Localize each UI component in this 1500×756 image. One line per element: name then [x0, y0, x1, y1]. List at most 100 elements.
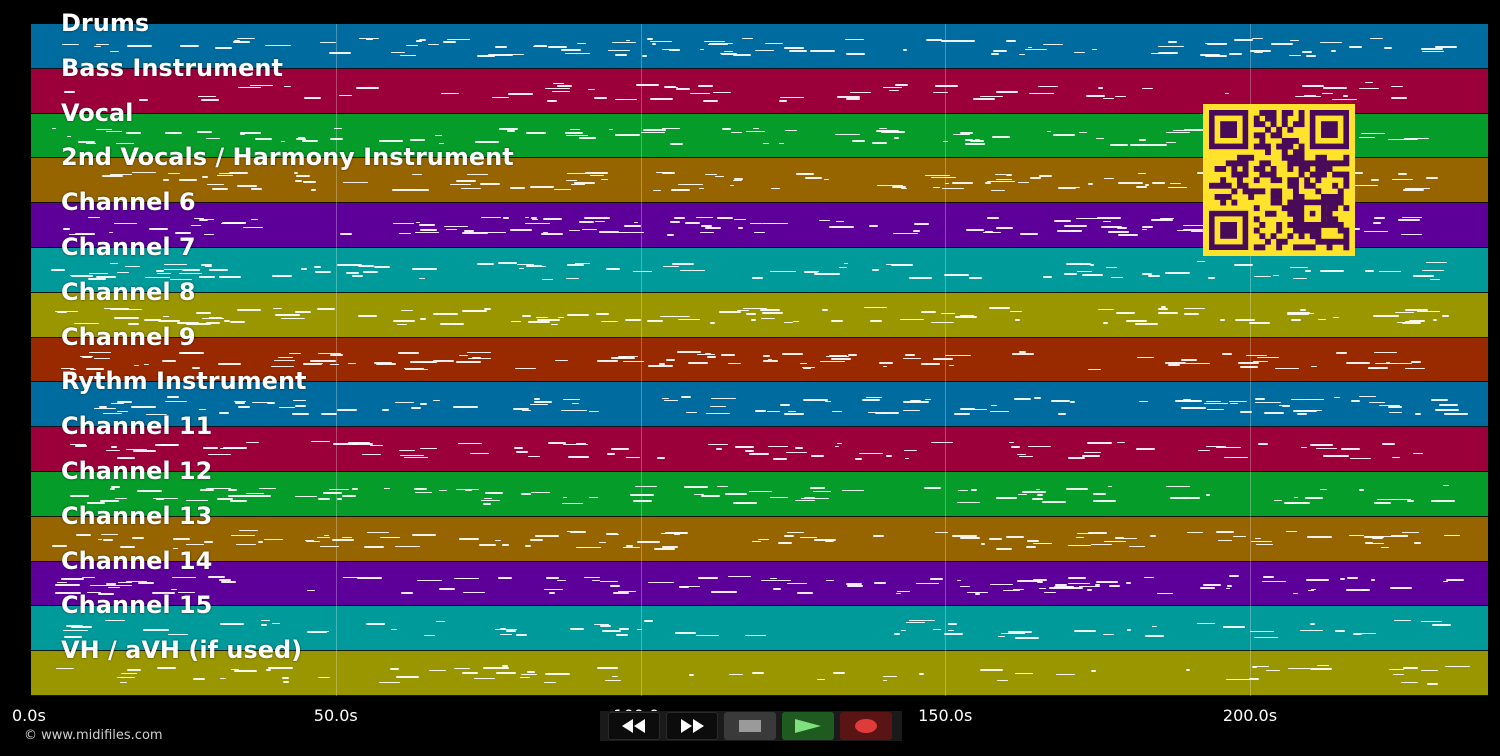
note — [544, 681, 557, 683]
note — [1103, 541, 1126, 542]
note — [695, 216, 713, 218]
note — [1182, 225, 1205, 227]
record-button[interactable] — [840, 712, 892, 740]
note — [1332, 317, 1340, 319]
note — [378, 682, 401, 684]
note — [688, 673, 695, 676]
track-lane[interactable] — [31, 516, 1488, 562]
note — [432, 313, 459, 316]
note — [1042, 500, 1067, 503]
track-lane[interactable] — [31, 561, 1488, 607]
note — [809, 49, 836, 52]
note — [643, 129, 666, 132]
fast-forward-button[interactable] — [666, 712, 718, 740]
note — [715, 176, 724, 178]
note — [1359, 488, 1364, 491]
note — [172, 576, 197, 578]
note — [833, 672, 846, 675]
note — [96, 129, 112, 131]
qr-code[interactable] — [1203, 104, 1355, 256]
note — [257, 541, 264, 544]
note — [111, 446, 118, 449]
note — [55, 310, 79, 312]
note — [703, 99, 719, 102]
note — [330, 364, 340, 366]
note — [88, 351, 112, 353]
note — [915, 582, 939, 584]
note — [1014, 318, 1021, 321]
note — [1115, 95, 1127, 97]
note — [1197, 450, 1211, 452]
note — [607, 453, 616, 456]
note — [231, 535, 256, 537]
note — [311, 188, 317, 191]
note — [414, 487, 428, 490]
note — [397, 323, 407, 325]
track-lane[interactable] — [31, 292, 1488, 338]
note — [238, 87, 261, 89]
note — [127, 45, 152, 48]
note — [552, 91, 571, 92]
note — [1136, 185, 1147, 188]
note — [455, 179, 477, 182]
note — [1322, 92, 1334, 94]
note — [566, 277, 580, 279]
time-tick-label: 150.0s — [918, 706, 973, 725]
track-label: Channel 6 — [61, 188, 196, 217]
note — [933, 358, 953, 361]
note — [751, 672, 764, 675]
note — [670, 221, 680, 224]
note — [115, 497, 127, 499]
note — [342, 494, 356, 497]
note — [567, 456, 589, 459]
note — [846, 585, 864, 588]
note — [1168, 364, 1180, 367]
note — [728, 362, 742, 364]
note — [769, 577, 778, 579]
note — [1087, 368, 1101, 370]
note — [1018, 456, 1033, 458]
note — [766, 410, 781, 412]
note — [764, 42, 784, 44]
note — [380, 536, 400, 538]
stop-button[interactable] — [724, 712, 776, 740]
note — [902, 48, 907, 51]
rewind-button[interactable] — [608, 712, 660, 740]
note — [570, 184, 586, 186]
note — [1251, 666, 1258, 669]
note — [1334, 629, 1346, 632]
note — [954, 316, 978, 319]
note — [905, 353, 916, 356]
note — [697, 84, 713, 87]
note — [202, 447, 218, 450]
note — [1096, 580, 1119, 583]
note — [612, 42, 636, 44]
note — [449, 184, 472, 186]
note — [1320, 42, 1342, 44]
note — [576, 547, 601, 549]
play-button[interactable] — [782, 712, 834, 740]
note — [728, 673, 743, 675]
note — [214, 47, 232, 50]
track-lane[interactable] — [31, 427, 1488, 472]
note — [871, 142, 887, 145]
note — [1240, 411, 1252, 414]
note — [1291, 319, 1301, 322]
note — [1301, 51, 1313, 54]
note — [208, 575, 225, 578]
note — [1393, 620, 1412, 622]
note — [1388, 498, 1412, 500]
note — [996, 226, 1013, 229]
note — [751, 540, 762, 542]
note — [635, 485, 657, 487]
note — [1358, 88, 1379, 90]
note — [672, 263, 695, 266]
note — [749, 453, 770, 456]
note — [131, 172, 157, 174]
note — [1237, 362, 1259, 365]
note — [1351, 399, 1360, 402]
note — [1444, 665, 1471, 667]
note — [1145, 634, 1164, 637]
track-lane[interactable] — [31, 472, 1488, 517]
note — [239, 133, 246, 136]
